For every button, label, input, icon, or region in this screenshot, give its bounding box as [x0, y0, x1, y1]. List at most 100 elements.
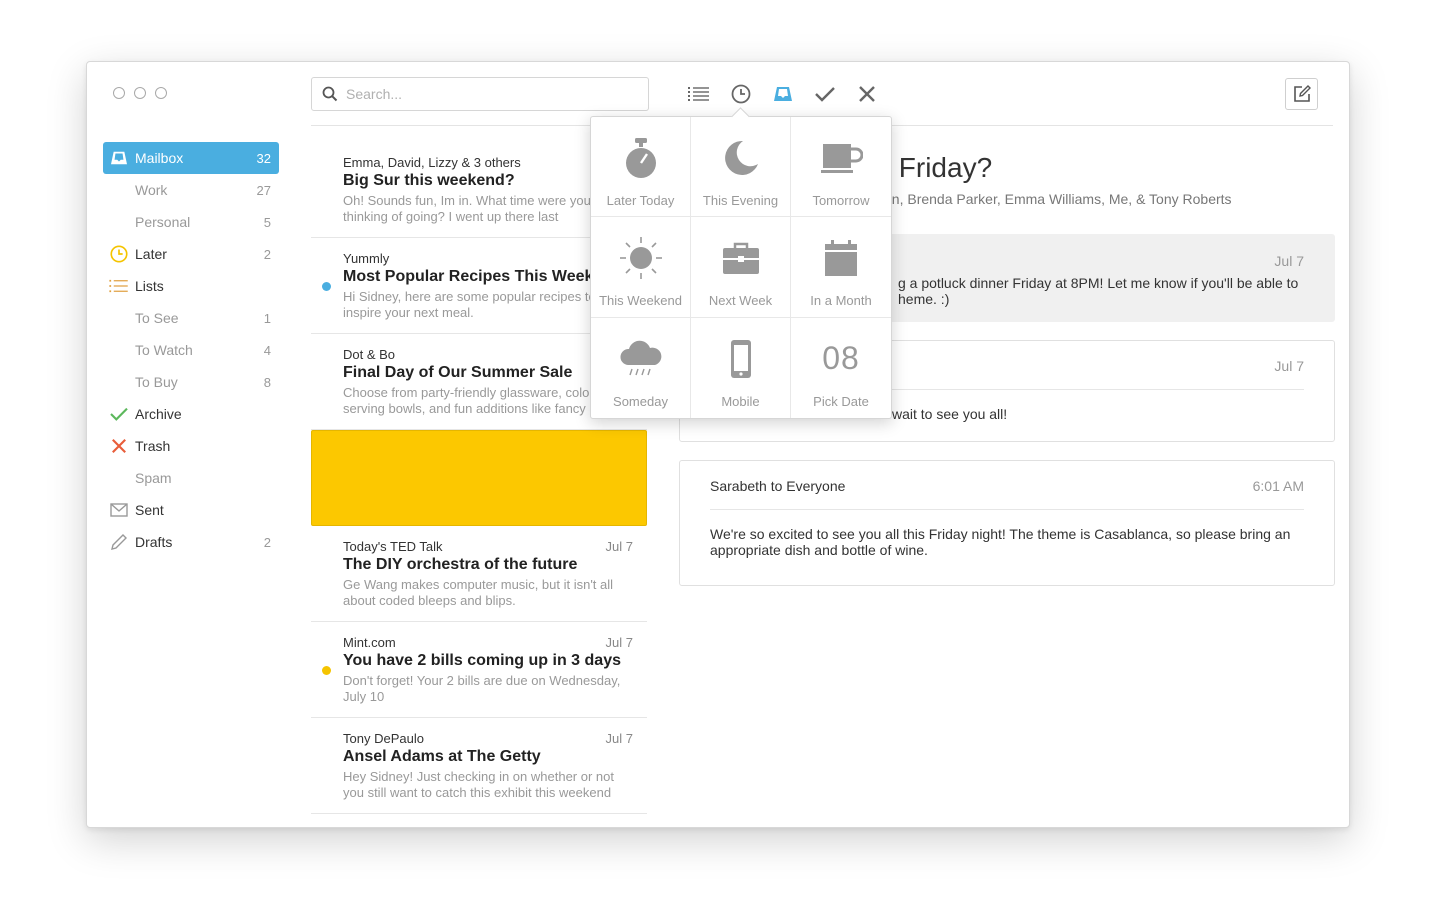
message-subject: You have 2 bills coming up in 3 days — [343, 652, 621, 669]
delete-button[interactable] — [855, 82, 879, 106]
sidebar-item-to-buy[interactable]: To Buy 8 — [103, 366, 279, 398]
snooze-pick-date[interactable]: 08 Pick Date — [791, 318, 891, 418]
message-date: 6:01 AM — [1252, 478, 1304, 494]
sidebar-item-label: Spam — [135, 470, 172, 486]
sidebar-item-count: 1 — [263, 310, 271, 326]
snooze-someday[interactable]: Someday — [591, 317, 691, 418]
toolbar — [687, 82, 879, 106]
compose-icon — [1293, 85, 1311, 102]
sidebar-item-label: Work — [135, 182, 168, 198]
message-subject: The DIY orchestra of the future — [343, 556, 578, 573]
sidebar-item-count: 27 — [256, 182, 271, 198]
compose-button[interactable] — [1285, 78, 1318, 110]
message-subject: Final Day of Our Summer Sale — [343, 364, 573, 381]
thread-message[interactable]: Sarabeth to Everyone 6:01 AM We're so ex… — [679, 460, 1335, 586]
snooze-tomorrow[interactable]: Tomorrow — [791, 117, 891, 218]
unread-dot — [322, 282, 331, 291]
sidebar-item-sent[interactable]: Sent — [103, 494, 279, 526]
thread-title: s Friday? — [877, 152, 993, 183]
sidebar-item-later[interactable]: Later 2 — [103, 238, 279, 270]
message-sender: Today's TED Talk — [343, 539, 443, 554]
message-item[interactable]: Today's TED Talk Jul 7 The DIY orchestra… — [311, 526, 647, 622]
list-icon — [109, 276, 129, 296]
snooze-label: Pick Date — [813, 393, 869, 409]
message-date: Jul 7 — [1274, 253, 1304, 269]
message-body: wait to see you all! — [892, 406, 1008, 422]
snooze-label: This Evening — [702, 193, 779, 208]
search-input[interactable] — [346, 86, 626, 102]
minimize-window-button[interactable] — [134, 87, 146, 99]
snooze-in-a-month[interactable]: In a Month — [791, 217, 891, 318]
archive-button[interactable] — [813, 82, 837, 106]
clock-icon — [731, 84, 751, 104]
sidebar-item-label: Drafts — [135, 534, 173, 550]
message-subject: Ansel Adams at The Getty — [343, 748, 541, 765]
snooze-label: Someday — [613, 393, 668, 409]
sidebar-item-work[interactable]: Work 27 — [103, 174, 279, 206]
sidebar-item-count: 4 — [263, 342, 271, 358]
message-body-line: g a potluck dinner Friday at 8PM! Let me… — [898, 275, 1299, 291]
sidebar: Mailbox 32 Work 27 Personal 5 Later 2 Li… — [103, 142, 279, 558]
message-body-line: heme. :) — [898, 291, 950, 307]
message-sender: Tony DePaulo — [343, 731, 424, 746]
sidebar-item-label: Lists — [135, 278, 164, 294]
sidebar-item-drafts[interactable]: Drafts 2 — [103, 526, 279, 558]
message-item[interactable]: Tony DePaulo Jul 7 Ansel Adams at The Ge… — [311, 718, 647, 814]
checkmark-icon — [815, 87, 835, 102]
message-date: Jul 7 — [605, 731, 633, 746]
sidebar-item-label: Trash — [135, 438, 171, 454]
message-sender: Emma, David, Lizzy & 3 others — [343, 155, 521, 170]
sidebar-item-label: To See — [135, 310, 179, 326]
snooze-next-week[interactable]: Next Week — [691, 217, 791, 318]
sidebar-item-to-see[interactable]: To See 1 — [103, 302, 279, 334]
search-icon — [322, 86, 338, 102]
sidebar-item-label: To Watch — [135, 342, 193, 358]
message-item-selected[interactable] — [311, 430, 647, 526]
zoom-window-button[interactable] — [155, 87, 167, 99]
snooze-mobile[interactable]: Mobile — [691, 317, 791, 418]
message-subject: Most Popular Recipes This Week — [343, 268, 594, 285]
x-icon — [109, 436, 129, 456]
snooze-popover: Later Today This Evening Tomorrow This W… — [590, 116, 892, 419]
sidebar-item-personal[interactable]: Personal 5 — [103, 206, 279, 238]
snooze-this-evening[interactable]: This Evening — [691, 117, 791, 218]
message-divider — [710, 509, 1304, 510]
date-number: 08 — [816, 336, 866, 382]
window-controls — [113, 87, 167, 99]
sidebar-item-to-watch[interactable]: To Watch 4 — [103, 334, 279, 366]
sun-icon — [616, 235, 666, 281]
close-window-button[interactable] — [113, 87, 125, 99]
snooze-later-today[interactable]: Later Today — [591, 117, 691, 218]
sidebar-item-spam[interactable]: Spam — [103, 462, 279, 494]
message-date: Jul 7 — [605, 635, 633, 650]
message-date: Jul 7 — [605, 539, 633, 554]
message-preview: Don't forget! Your 2 bills are due on We… — [343, 673, 621, 704]
snooze-label: This Weekend — [599, 293, 682, 309]
message-preview: Hey Sidney! Just checking in on whether … — [343, 769, 614, 800]
sidebar-item-label: Archive — [135, 406, 182, 422]
message-item[interactable]: Mint.com Jul 7 You have 2 bills coming u… — [311, 622, 647, 718]
snooze-label: Mobile — [721, 393, 760, 409]
stopwatch-icon — [616, 135, 666, 181]
snooze-label: Tomorrow — [812, 193, 870, 208]
mailbox-button[interactable] — [771, 82, 795, 106]
snooze-button[interactable] — [729, 82, 753, 106]
pick-date-number: 08 — [822, 340, 860, 377]
message-preview: Ge Wang makes computer music, but it isn… — [343, 577, 614, 608]
sidebar-item-label: Later — [135, 246, 167, 262]
sidebar-item-trash[interactable]: Trash — [103, 430, 279, 462]
search-box[interactable] — [311, 77, 649, 111]
calendar-icon — [816, 235, 866, 281]
unread-dot — [322, 666, 331, 675]
snooze-this-weekend[interactable]: This Weekend — [591, 217, 691, 318]
message-sender: Yummly — [343, 251, 390, 266]
sidebar-item-mailbox[interactable]: Mailbox 32 — [103, 142, 279, 174]
list-button[interactable] — [687, 82, 711, 106]
sidebar-item-count: 2 — [263, 534, 271, 550]
sidebar-item-archive[interactable]: Archive — [103, 398, 279, 430]
message-sender: Mint.com — [343, 635, 396, 650]
snooze-label: Next Week — [708, 293, 773, 309]
sidebar-item-label: Sent — [135, 502, 164, 518]
moon-icon — [716, 135, 766, 181]
sidebar-item-lists[interactable]: Lists — [103, 270, 279, 302]
